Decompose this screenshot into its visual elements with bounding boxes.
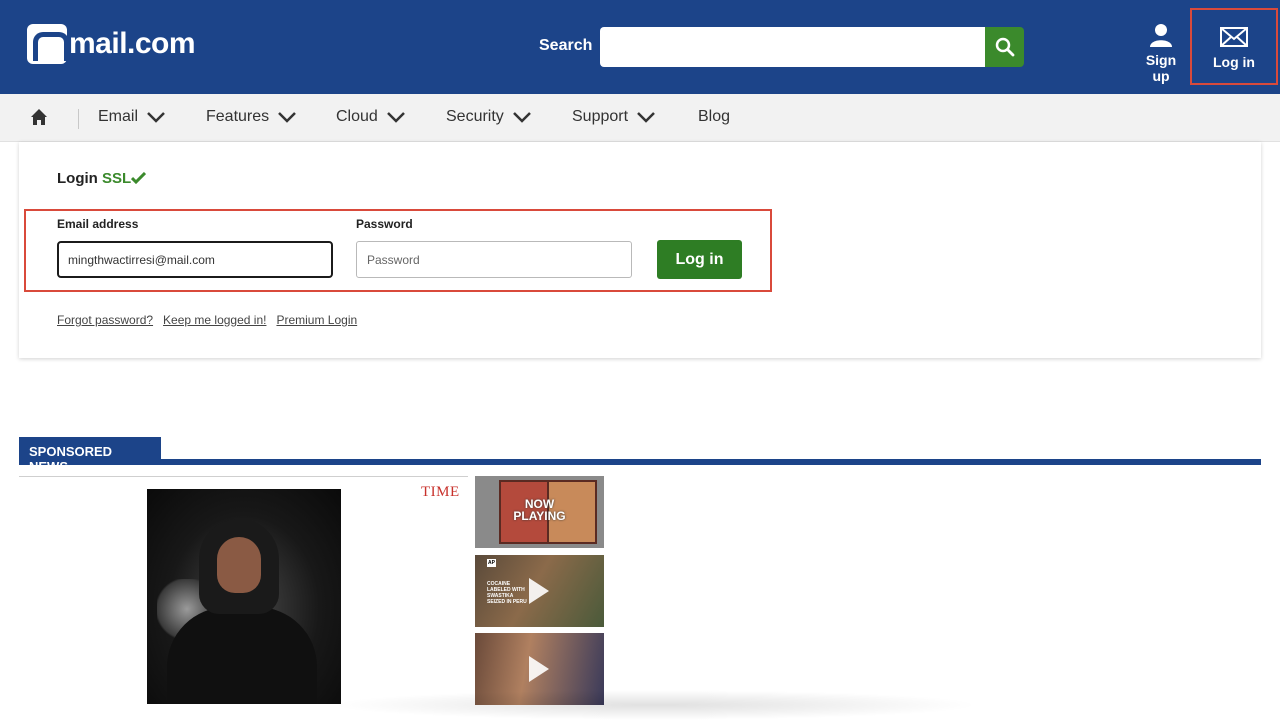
sign-up-label: Sign up (1145, 52, 1177, 84)
log-in-button[interactable]: Log in (657, 240, 742, 279)
keep-logged-in-link[interactable]: Keep me logged in! (163, 313, 266, 327)
login-links: Forgot password? Keep me logged in! Prem… (57, 313, 357, 327)
search-icon (995, 37, 1014, 57)
logo-text: mail.com (69, 27, 196, 60)
play-icon (529, 578, 549, 604)
email-field[interactable] (57, 241, 333, 278)
log-in-label: Log in (1213, 53, 1255, 70)
main-nav: Email Features Cloud Security Support Bl… (0, 94, 1280, 142)
ssl-label: SSL (102, 170, 132, 187)
ap-badge: AP (487, 559, 496, 567)
nav-blog-label: Blog (698, 108, 731, 125)
bottom-shadow (330, 690, 980, 720)
sponsored-divider (19, 476, 468, 477)
nav-support-label: Support (572, 108, 629, 125)
home-icon (31, 109, 47, 125)
sponsored-rule (19, 459, 1261, 465)
premium-login-link[interactable]: Premium Login (276, 313, 357, 327)
sponsored-heading: SPONSORED NEWS (19, 437, 161, 474)
log-in-header-button[interactable]: Log in (1190, 8, 1278, 85)
login-card: Login SSL Email address Password Log in … (19, 142, 1261, 358)
nav-features-label: Features (206, 108, 270, 125)
search-button[interactable] (985, 27, 1024, 67)
forgot-password-link[interactable]: Forgot password? (57, 313, 153, 327)
portrait-face (217, 537, 261, 593)
logo-m-icon (27, 24, 69, 64)
chevron-down-icon (147, 112, 165, 123)
nav-cloud[interactable]: Cloud (336, 108, 406, 126)
password-label: Password (356, 217, 413, 231)
nav-divider (78, 109, 79, 129)
search-input[interactable] (600, 27, 986, 67)
chevron-down-icon (512, 112, 531, 123)
chevron-down-icon (386, 112, 405, 123)
nav-security[interactable]: Security (446, 108, 532, 126)
home-button[interactable] (30, 108, 48, 131)
login-title-text: Login (57, 170, 98, 187)
ssl-badge: SSL (102, 170, 147, 187)
nav-email-label: Email (98, 108, 139, 125)
play-icon (529, 656, 549, 682)
site-header: mail.com Search Sign up Log in (0, 0, 1280, 94)
video-thumbnail-now-playing[interactable]: NOW PLAYING (475, 476, 604, 548)
portrait-body (167, 607, 317, 704)
chevron-down-icon (278, 112, 297, 123)
sign-up-button[interactable]: Sign up (1136, 22, 1186, 84)
password-field[interactable] (356, 241, 632, 278)
nav-email[interactable]: Email (98, 108, 166, 126)
chevron-down-icon (637, 112, 655, 123)
time-logo: TIME (421, 484, 460, 500)
nav-security-label: Security (446, 108, 504, 125)
nav-cloud-label: Cloud (336, 108, 378, 125)
nav-support[interactable]: Support (572, 108, 656, 126)
now-playing-label: NOW PLAYING (513, 497, 566, 523)
video-thumbnail[interactable]: AP COCAINE LABELED WITH SWASTIKA SEIZED … (475, 555, 604, 627)
email-label: Email address (57, 217, 139, 231)
envelope-icon (1220, 26, 1248, 47)
mail-com-logo[interactable]: mail.com (27, 24, 196, 64)
nav-blog[interactable]: Blog (698, 108, 730, 126)
user-icon (1150, 24, 1172, 47)
search-label: Search (539, 37, 593, 54)
login-title: Login SSL (57, 170, 147, 187)
video-caption: COCAINE LABELED WITH SWASTIKA SEIZED IN … (487, 581, 527, 605)
checkmark-icon (131, 171, 147, 185)
nav-features[interactable]: Features (206, 108, 297, 126)
sponsored-main-image[interactable] (147, 489, 341, 704)
